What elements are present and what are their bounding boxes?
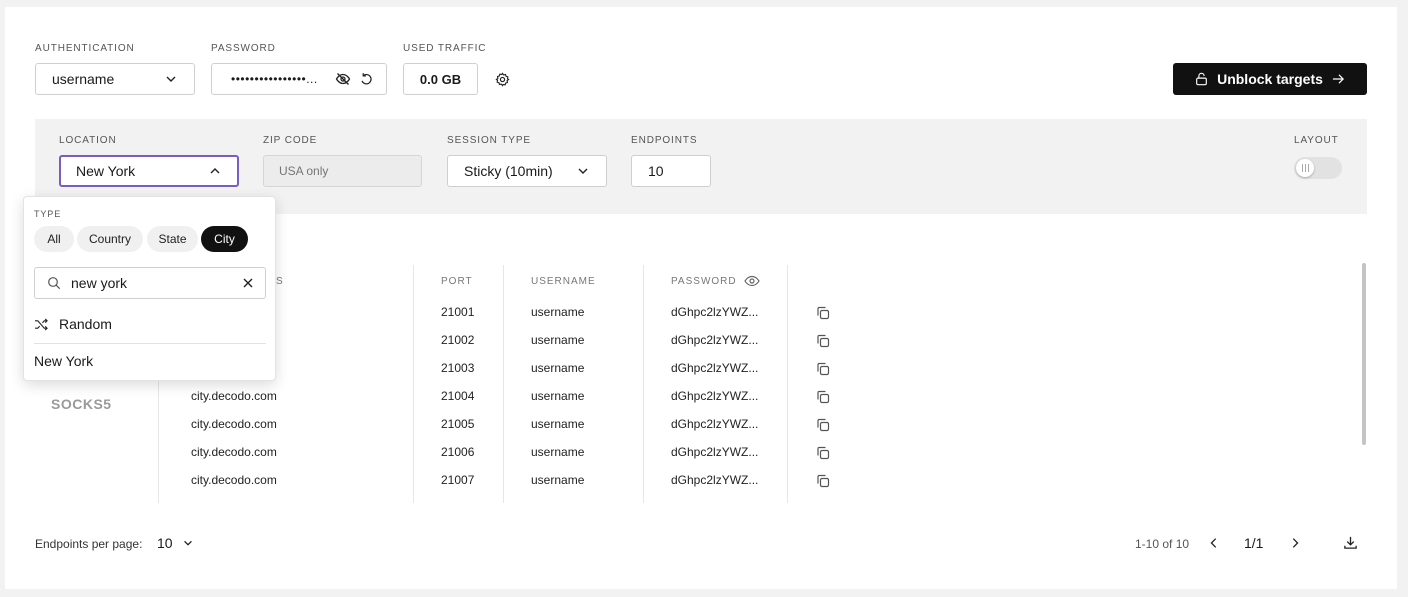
copy-icon[interactable]: [815, 445, 831, 461]
session-type-label: SESSION TYPE: [447, 135, 531, 146]
gear-icon[interactable]: [495, 72, 510, 87]
cell-password: dGhpc2lzYWZ...: [671, 473, 759, 487]
type-pill-country[interactable]: Country: [77, 226, 143, 252]
eye-icon[interactable]: [744, 274, 760, 288]
header-username: USERNAME: [531, 276, 596, 287]
location-select[interactable]: New York: [59, 155, 239, 187]
cell-username: username: [531, 361, 585, 375]
column-divider: [787, 265, 788, 503]
close-icon[interactable]: [243, 278, 253, 288]
per-page-label: Endpoints per page:: [35, 537, 143, 551]
chevron-up-icon: [210, 168, 220, 174]
copy-icon[interactable]: [815, 333, 831, 349]
cell-host: city.decodo.com: [191, 417, 277, 431]
chevron-down-icon: [578, 168, 588, 174]
session-type-select[interactable]: Sticky (10min): [447, 155, 607, 187]
column-divider: [643, 265, 644, 503]
layout-label: LAYOUT: [1294, 135, 1339, 146]
authentication-select[interactable]: username: [35, 63, 195, 95]
endpoints-input[interactable]: 10: [631, 155, 711, 187]
copy-icon[interactable]: [815, 305, 831, 321]
password-label: PASSWORD: [211, 43, 276, 54]
zip-code-label: ZIP CODE: [263, 135, 318, 146]
column-divider: [413, 265, 414, 503]
random-label: Random: [59, 316, 112, 332]
cell-port: 21006: [441, 445, 475, 459]
lock-icon: [1196, 72, 1207, 86]
session-type-value: Sticky (10min): [464, 163, 553, 179]
header-port: PORT: [441, 276, 473, 287]
cell-username: username: [531, 305, 585, 319]
copy-icon[interactable]: [815, 361, 831, 377]
cell-password: dGhpc2lzYWZ...: [671, 389, 759, 403]
location-label: LOCATION: [59, 135, 117, 146]
authentication-label: AUTHENTICATION: [35, 43, 135, 54]
location-dropdown: TYPE All Country State City new york Ran…: [23, 196, 276, 381]
cell-password: dGhpc2lzYWZ...: [671, 361, 759, 375]
location-option-new-york[interactable]: New York: [34, 353, 93, 369]
type-pill-all[interactable]: All: [34, 226, 74, 252]
cell-password: dGhpc2lzYWZ...: [671, 417, 759, 431]
authentication-value: username: [52, 71, 115, 87]
arrow-right-icon: [1332, 74, 1344, 84]
per-page-select[interactable]: 10: [157, 535, 194, 551]
column-divider: [503, 265, 504, 503]
pagination-page: 1/1: [1244, 535, 1264, 551]
search-value: new york: [71, 275, 128, 291]
type-pill-city[interactable]: City: [201, 226, 248, 252]
zip-code-input[interactable]: [263, 155, 422, 187]
layout-toggle[interactable]: [1294, 157, 1342, 179]
protocol-socks5[interactable]: SOCKS5: [51, 396, 112, 412]
cell-host: city.decodo.com: [191, 389, 277, 403]
copy-icon[interactable]: [815, 417, 831, 433]
cell-username: username: [531, 445, 585, 459]
chevron-left-icon[interactable]: [1208, 537, 1220, 549]
chevron-down-icon: [183, 540, 192, 546]
cell-password: dGhpc2lzYWZ...: [671, 333, 759, 347]
per-page-value: 10: [157, 535, 173, 551]
type-pill-state[interactable]: State: [147, 226, 198, 252]
toggle-knob: [1296, 159, 1314, 177]
used-traffic-label: USED TRAFFIC: [403, 43, 487, 54]
cell-port: 21005: [441, 417, 475, 431]
header-password: PASSWORD: [671, 276, 737, 287]
cell-port: 21001: [441, 305, 475, 319]
copy-icon[interactable]: [815, 389, 831, 405]
type-label: TYPE: [34, 209, 62, 219]
unblock-targets-button[interactable]: Unblock targets: [1173, 63, 1367, 95]
header-host: S: [276, 276, 284, 287]
dropdown-divider: [34, 343, 266, 344]
password-value: ••••••••••••••••...: [231, 72, 318, 86]
cell-port: 21002: [441, 333, 475, 347]
cell-port: 21004: [441, 389, 475, 403]
unblock-targets-label: Unblock targets: [1217, 71, 1323, 87]
location-value: New York: [76, 163, 136, 179]
used-traffic-value: 0.0 GB: [403, 63, 478, 95]
random-option[interactable]: Random: [34, 316, 266, 332]
cell-port: 21003: [441, 361, 475, 375]
cell-host: city.decodo.com: [191, 473, 277, 487]
cell-username: username: [531, 417, 585, 431]
location-search-input[interactable]: new york: [34, 267, 266, 299]
cell-host: city.decodo.com: [191, 445, 277, 459]
scrollbar[interactable]: [1362, 263, 1366, 445]
password-field[interactable]: ••••••••••••••••...: [211, 63, 387, 95]
refresh-icon[interactable]: [359, 72, 374, 87]
chevron-right-icon[interactable]: [1289, 537, 1301, 549]
eye-off-icon[interactable]: [335, 71, 351, 87]
cell-password: dGhpc2lzYWZ...: [671, 305, 759, 319]
pagination-range: 1-10 of 10: [1135, 537, 1190, 551]
search-icon: [48, 277, 61, 290]
shuffle-icon: [35, 318, 48, 330]
download-icon[interactable]: [1343, 535, 1358, 550]
copy-icon[interactable]: [815, 473, 831, 489]
cell-username: username: [531, 389, 585, 403]
cell-username: username: [531, 473, 585, 487]
cell-password: dGhpc2lzYWZ...: [671, 445, 759, 459]
endpoints-label: ENDPOINTS: [631, 135, 698, 146]
cell-username: username: [531, 333, 585, 347]
cell-port: 21007: [441, 473, 475, 487]
chevron-down-icon: [166, 76, 176, 82]
